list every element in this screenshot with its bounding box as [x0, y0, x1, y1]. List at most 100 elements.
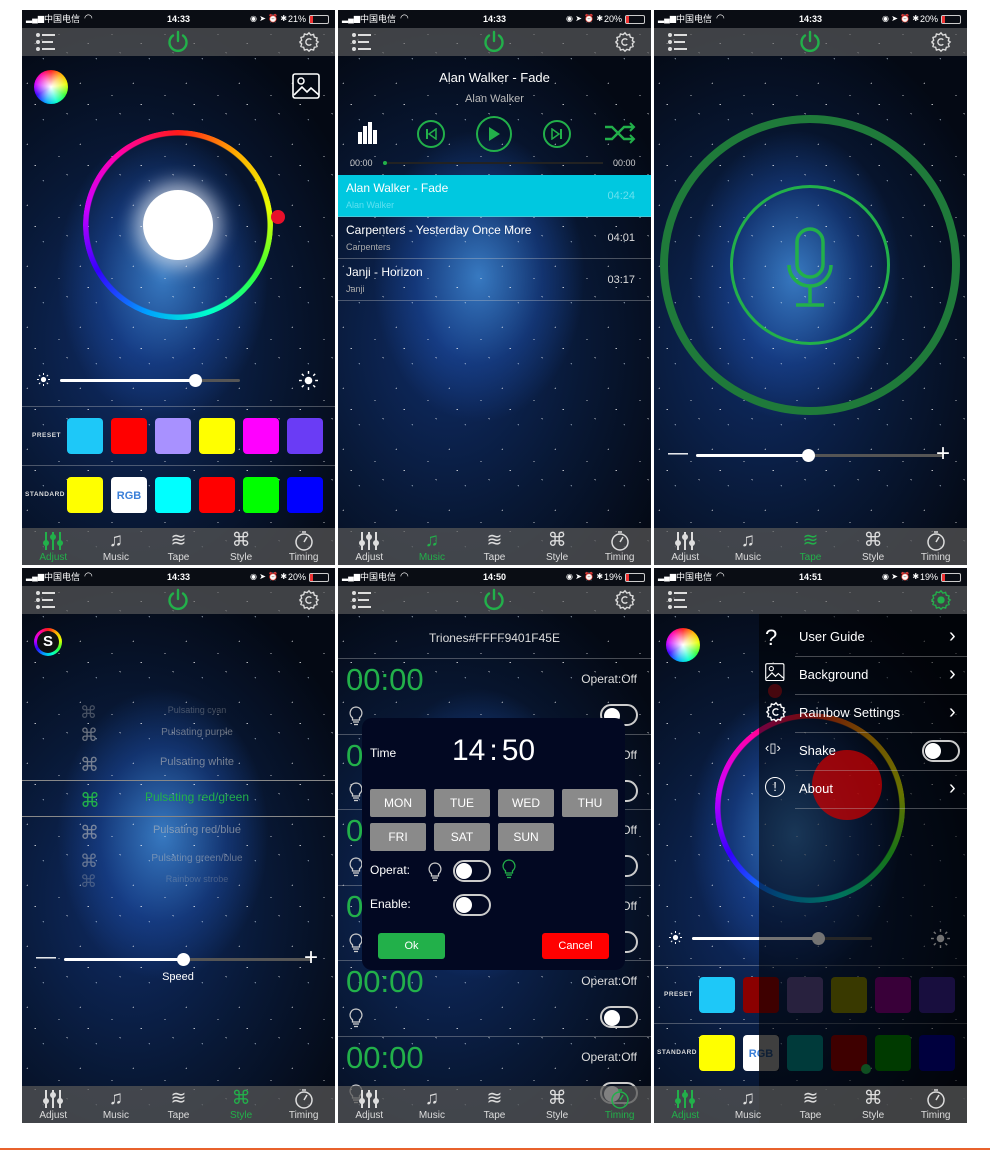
settings-button[interactable] — [614, 31, 636, 58]
standard-color-swatch[interactable]: RGB — [111, 477, 147, 513]
track-row[interactable]: Alan Walker - Fade Alan Walker 04:24 — [338, 175, 651, 217]
play-button[interactable] — [476, 116, 512, 152]
day-button-wed[interactable]: WED — [498, 789, 554, 817]
ok-button[interactable]: Ok — [378, 933, 445, 959]
tab-style[interactable]: ⌘ Style — [210, 528, 273, 565]
menu-button[interactable] — [666, 31, 690, 58]
tab-music[interactable]: ♫ Music — [401, 528, 464, 565]
day-button-mon[interactable]: MON — [370, 789, 426, 817]
color-picker-icon[interactable] — [34, 70, 68, 104]
settings-button[interactable] — [930, 589, 952, 616]
preset-color-swatch[interactable] — [287, 418, 323, 454]
standard-color-swatch[interactable] — [155, 477, 191, 513]
power-button[interactable] — [482, 588, 506, 617]
previous-button[interactable] — [417, 120, 445, 148]
tab-tape[interactable]: ≋ Tape — [147, 528, 210, 565]
shake-toggle[interactable] — [922, 740, 960, 762]
menu-button[interactable] — [666, 589, 690, 616]
preset-color-swatch[interactable] — [155, 418, 191, 454]
tab-timing[interactable]: Timing — [588, 528, 651, 565]
standard-color-swatch[interactable] — [287, 477, 323, 513]
track-row[interactable]: Carpenters - Yesterday Once More Carpente… — [338, 217, 651, 259]
day-button-sat[interactable]: SAT — [434, 823, 490, 851]
color-wheel-handle[interactable] — [271, 210, 285, 224]
speed-plus[interactable]: + — [304, 944, 318, 972]
menu-button[interactable] — [34, 31, 58, 58]
color-picker-icon[interactable] — [666, 628, 700, 662]
tab-style[interactable]: ⌘ Style — [842, 528, 905, 565]
preset-color-swatch[interactable] — [699, 977, 735, 1013]
preset-color-swatch[interactable] — [199, 418, 235, 454]
standard-color-swatch[interactable] — [243, 477, 279, 513]
day-button-fri[interactable]: FRI — [370, 823, 426, 851]
tab-music[interactable]: ♫ Music — [717, 528, 780, 565]
style-mode-item[interactable]: ⌘ Rainbow strobe — [22, 872, 335, 892]
style-mode-icon[interactable]: S — [34, 628, 62, 656]
settings-button[interactable] — [930, 31, 952, 58]
tab-timing[interactable]: Timing — [588, 1086, 651, 1123]
progress-bar[interactable] — [383, 161, 603, 165]
day-button-thu[interactable]: THU — [562, 789, 618, 817]
preset-color-swatch[interactable] — [111, 418, 147, 454]
tab-adjust[interactable]: Adjust — [654, 1086, 717, 1123]
timer-row[interactable]: 00:00Operat:Off — [338, 960, 651, 1035]
style-mode-item[interactable]: ⌘ Pulsating green/blue — [22, 851, 335, 871]
tab-style[interactable]: ⌘ Style — [526, 528, 589, 565]
timer-toggle[interactable] — [600, 1006, 638, 1028]
power-button[interactable] — [166, 30, 190, 59]
background-image-icon[interactable] — [292, 73, 320, 104]
tab-tape[interactable]: ≋ Tape — [463, 528, 526, 565]
standard-color-swatch[interactable] — [67, 477, 103, 513]
hour-value[interactable]: 14 — [452, 734, 485, 767]
menu-item-user-guide[interactable]: ? User Guide › — [759, 619, 967, 657]
preset-color-swatch[interactable] — [67, 418, 103, 454]
speed-minus[interactable]: — — [36, 946, 56, 969]
day-button-sun[interactable]: SUN — [498, 823, 554, 851]
tab-music[interactable]: ♫ Music — [85, 1086, 148, 1123]
tab-music[interactable]: ♫ Music — [85, 528, 148, 565]
tab-tape[interactable]: ≋ Tape — [779, 528, 842, 565]
sensitivity-slider-knob[interactable] — [801, 449, 815, 462]
standard-color-swatch[interactable] — [199, 477, 235, 513]
settings-button[interactable] — [298, 589, 320, 616]
preset-color-swatch[interactable] — [243, 418, 279, 454]
cancel-button[interactable]: Cancel — [542, 933, 609, 959]
tab-timing[interactable]: Timing — [904, 528, 967, 565]
style-mode-item[interactable]: ⌘ Pulsating red/green — [22, 790, 335, 812]
equalizer-icon[interactable] — [358, 122, 378, 149]
shuffle-button[interactable] — [604, 121, 636, 150]
menu-item-shake[interactable]: ‹▯› Shake — [759, 733, 967, 771]
tab-adjust[interactable]: Adjust — [654, 528, 717, 565]
tab-style[interactable]: ⌘ Style — [842, 1086, 905, 1123]
tab-timing[interactable]: Timing — [272, 528, 335, 565]
sensitivity-plus[interactable]: + — [936, 440, 950, 468]
tab-timing[interactable]: Timing — [904, 1086, 967, 1123]
tab-tape[interactable]: ≋ Tape — [779, 1086, 842, 1123]
track-row[interactable]: Janji - Horizon Janji 03:17 — [338, 259, 651, 301]
settings-button[interactable] — [298, 31, 320, 58]
time-picker[interactable]: 14:50 — [452, 734, 535, 768]
tab-adjust[interactable]: Adjust — [338, 528, 401, 565]
tab-style[interactable]: ⌘ Style — [526, 1086, 589, 1123]
style-mode-item[interactable]: ⌘ Pulsating cyan — [22, 703, 335, 723]
power-button[interactable] — [166, 588, 190, 617]
menu-item-rainbow-settings[interactable]: Rainbow Settings › — [759, 695, 967, 733]
style-mode-item[interactable]: ⌘ Pulsating red/blue — [22, 823, 335, 844]
settings-button[interactable] — [614, 589, 636, 616]
style-mode-item[interactable]: ⌘ Pulsating white — [22, 755, 335, 776]
tab-music[interactable]: ♫ Music — [717, 1086, 780, 1123]
sensitivity-minus[interactable]: — — [668, 442, 688, 465]
tab-tape[interactable]: ≋ Tape — [463, 1086, 526, 1123]
speed-slider-knob[interactable] — [177, 953, 191, 966]
power-button[interactable] — [798, 30, 822, 59]
style-mode-item[interactable]: ⌘ Pulsating purple — [22, 725, 335, 745]
enable-toggle[interactable] — [453, 894, 491, 916]
tab-adjust[interactable]: Adjust — [338, 1086, 401, 1123]
operat-toggle[interactable] — [453, 860, 491, 882]
tab-style[interactable]: ⌘ Style — [210, 1086, 273, 1123]
tab-adjust[interactable]: Adjust — [22, 1086, 85, 1123]
tab-tape[interactable]: ≋ Tape — [147, 1086, 210, 1123]
tab-timing[interactable]: Timing — [272, 1086, 335, 1123]
menu-item-about[interactable]: ! About › — [759, 771, 967, 809]
tab-music[interactable]: ♫ Music — [401, 1086, 464, 1123]
